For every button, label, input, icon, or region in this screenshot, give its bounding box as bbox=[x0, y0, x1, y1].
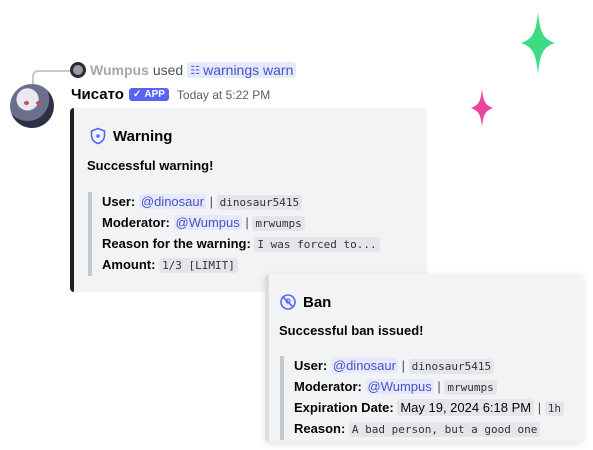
warning-embed-title-row: Warning bbox=[89, 127, 172, 145]
ban-moderator-field: Moderator: @Wumpus | mrwumps bbox=[294, 377, 564, 398]
warning-user-name: dinosaur5415 bbox=[216, 195, 303, 210]
ban-reason-value: A bad person, but a good one bbox=[348, 422, 541, 437]
warning-amount-field: Amount: 1/3 [LIMIT] bbox=[102, 255, 380, 276]
ban-embed-title-row: Ban bbox=[279, 293, 331, 311]
ban-reason-field: Reason: A bad person, but a good one bbox=[294, 419, 564, 440]
reply-username[interactable]: Wumpus bbox=[90, 62, 149, 78]
app-badge: ✓ APP bbox=[128, 88, 169, 101]
warning-reason-value: I was forced to... bbox=[254, 237, 380, 252]
warning-reason-label: Reason for the warning: bbox=[102, 236, 251, 251]
message-timestamp[interactable]: Today at 5:22 PM bbox=[177, 88, 270, 102]
slash-command-icon: ☷ bbox=[190, 64, 201, 77]
green-sparkle-icon bbox=[521, 12, 555, 74]
ban-user-name: dinosaur5415 bbox=[408, 359, 495, 374]
warning-moderator-label: Moderator: bbox=[102, 215, 170, 230]
ban-moderator-name: mrwumps bbox=[444, 380, 497, 395]
ban-embed: Ban Successful ban issued! User: @dinosa… bbox=[265, 274, 583, 442]
ban-embed-description: Successful ban issued! bbox=[279, 323, 424, 338]
reply-connector-line bbox=[32, 70, 70, 86]
wumpus-avatar[interactable] bbox=[70, 62, 86, 78]
warning-user-label: User: bbox=[102, 194, 136, 209]
verified-check-icon: ✓ bbox=[132, 89, 142, 100]
command-name: warnings warn bbox=[203, 62, 294, 78]
command-mention[interactable]: ☷ warnings warn bbox=[187, 62, 297, 78]
warning-reason-field: Reason for the warning: I was forced to.… bbox=[102, 234, 380, 255]
ban-expiration-field: Expiration Date: May 19, 2024 6:18 PM | … bbox=[294, 398, 565, 419]
author-username[interactable]: Чисато bbox=[71, 86, 124, 103]
warning-amount-label: Amount: bbox=[102, 257, 156, 272]
shield-icon bbox=[90, 127, 106, 145]
warning-embed: Warning Successful warning! User: @dinos… bbox=[70, 108, 427, 292]
ban-expiration-date[interactable]: May 19, 2024 6:18 PM bbox=[397, 399, 535, 416]
ban-reason-label: Reason: bbox=[294, 421, 346, 436]
warning-user-field: User: @dinosaur | dinosaur5415 bbox=[102, 192, 380, 213]
ban-icon bbox=[280, 294, 296, 310]
pink-sparkle-icon bbox=[471, 88, 493, 128]
warning-embed-title: Warning bbox=[113, 127, 173, 145]
author-avatar[interactable] bbox=[10, 84, 54, 128]
ban-duration: 1h bbox=[544, 401, 565, 416]
warning-moderator-field: Moderator: @Wumpus | mrwumps bbox=[102, 213, 380, 234]
ban-embed-title: Ban bbox=[303, 293, 332, 311]
ban-user-label: User: bbox=[294, 358, 328, 373]
reply-context: Wumpus used ☷ warnings warn bbox=[70, 60, 297, 80]
ban-expiration-label: Expiration Date: bbox=[294, 400, 394, 415]
ban-user-mention[interactable]: @dinosaur bbox=[330, 358, 398, 373]
app-badge-label: APP bbox=[144, 89, 165, 100]
warning-embed-description: Successful warning! bbox=[87, 158, 214, 173]
ban-moderator-mention[interactable]: @Wumpus bbox=[365, 379, 434, 394]
ban-user-field: User: @dinosaur | dinosaur5415 bbox=[294, 356, 564, 377]
warning-amount-value: 1/3 [LIMIT] bbox=[159, 258, 238, 273]
warning-fields-quote: User: @dinosaur | dinosaur5415 Moderator… bbox=[88, 192, 380, 276]
warning-moderator-mention[interactable]: @Wumpus bbox=[173, 215, 242, 230]
message-header: Чисато ✓ APP Today at 5:22 PM bbox=[71, 86, 270, 103]
warning-moderator-name: mrwumps bbox=[252, 216, 305, 231]
ban-moderator-label: Moderator: bbox=[294, 379, 362, 394]
ban-fields-quote: User: @dinosaur | dinosaur5415 Moderator… bbox=[280, 356, 565, 440]
warning-user-mention[interactable]: @dinosaur bbox=[138, 194, 206, 209]
reply-used-text: used bbox=[152, 62, 184, 78]
